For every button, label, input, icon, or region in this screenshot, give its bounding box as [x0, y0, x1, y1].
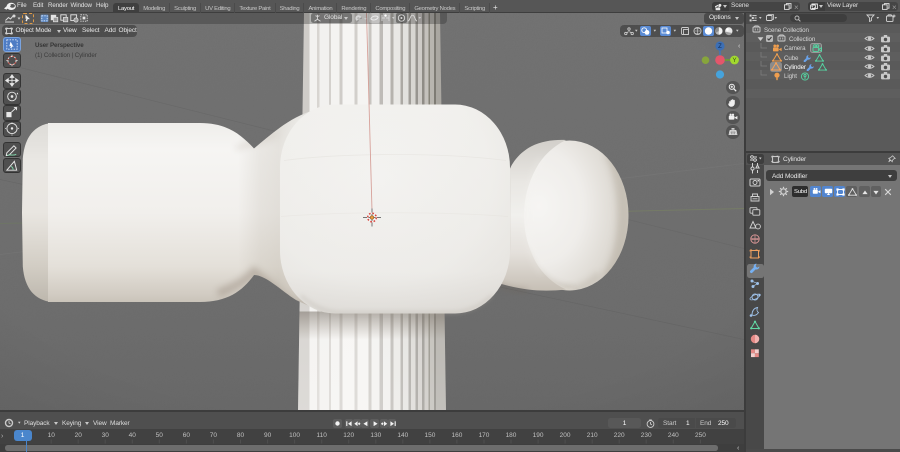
svg-text:180: 180 — [506, 432, 517, 439]
svg-text:250: 250 — [695, 432, 706, 439]
svg-text:160: 160 — [451, 432, 462, 439]
svg-text:Z: Z — [718, 44, 722, 50]
svg-text:40: 40 — [129, 432, 137, 439]
svg-text:70: 70 — [210, 432, 218, 439]
svg-text:240: 240 — [668, 432, 679, 439]
svg-text:10: 10 — [48, 432, 56, 439]
svg-text:170: 170 — [479, 432, 490, 439]
svg-text:20: 20 — [75, 432, 83, 439]
svg-text:190: 190 — [533, 432, 544, 439]
svg-text:Y: Y — [732, 58, 736, 64]
svg-text:90: 90 — [264, 432, 272, 439]
svg-text:130: 130 — [370, 432, 381, 439]
svg-text:210: 210 — [587, 432, 598, 439]
svg-text:80: 80 — [237, 432, 245, 439]
svg-text:50: 50 — [156, 432, 164, 439]
svg-text:60: 60 — [183, 432, 191, 439]
svg-text:30: 30 — [102, 432, 110, 439]
svg-text:150: 150 — [424, 432, 435, 439]
svg-text:120: 120 — [343, 432, 354, 439]
svg-text:140: 140 — [397, 432, 408, 439]
svg-text:230: 230 — [641, 432, 652, 439]
svg-text:220: 220 — [614, 432, 625, 439]
svg-text:200: 200 — [560, 432, 571, 439]
svg-text:110: 110 — [317, 432, 328, 439]
svg-text:100: 100 — [289, 432, 300, 439]
